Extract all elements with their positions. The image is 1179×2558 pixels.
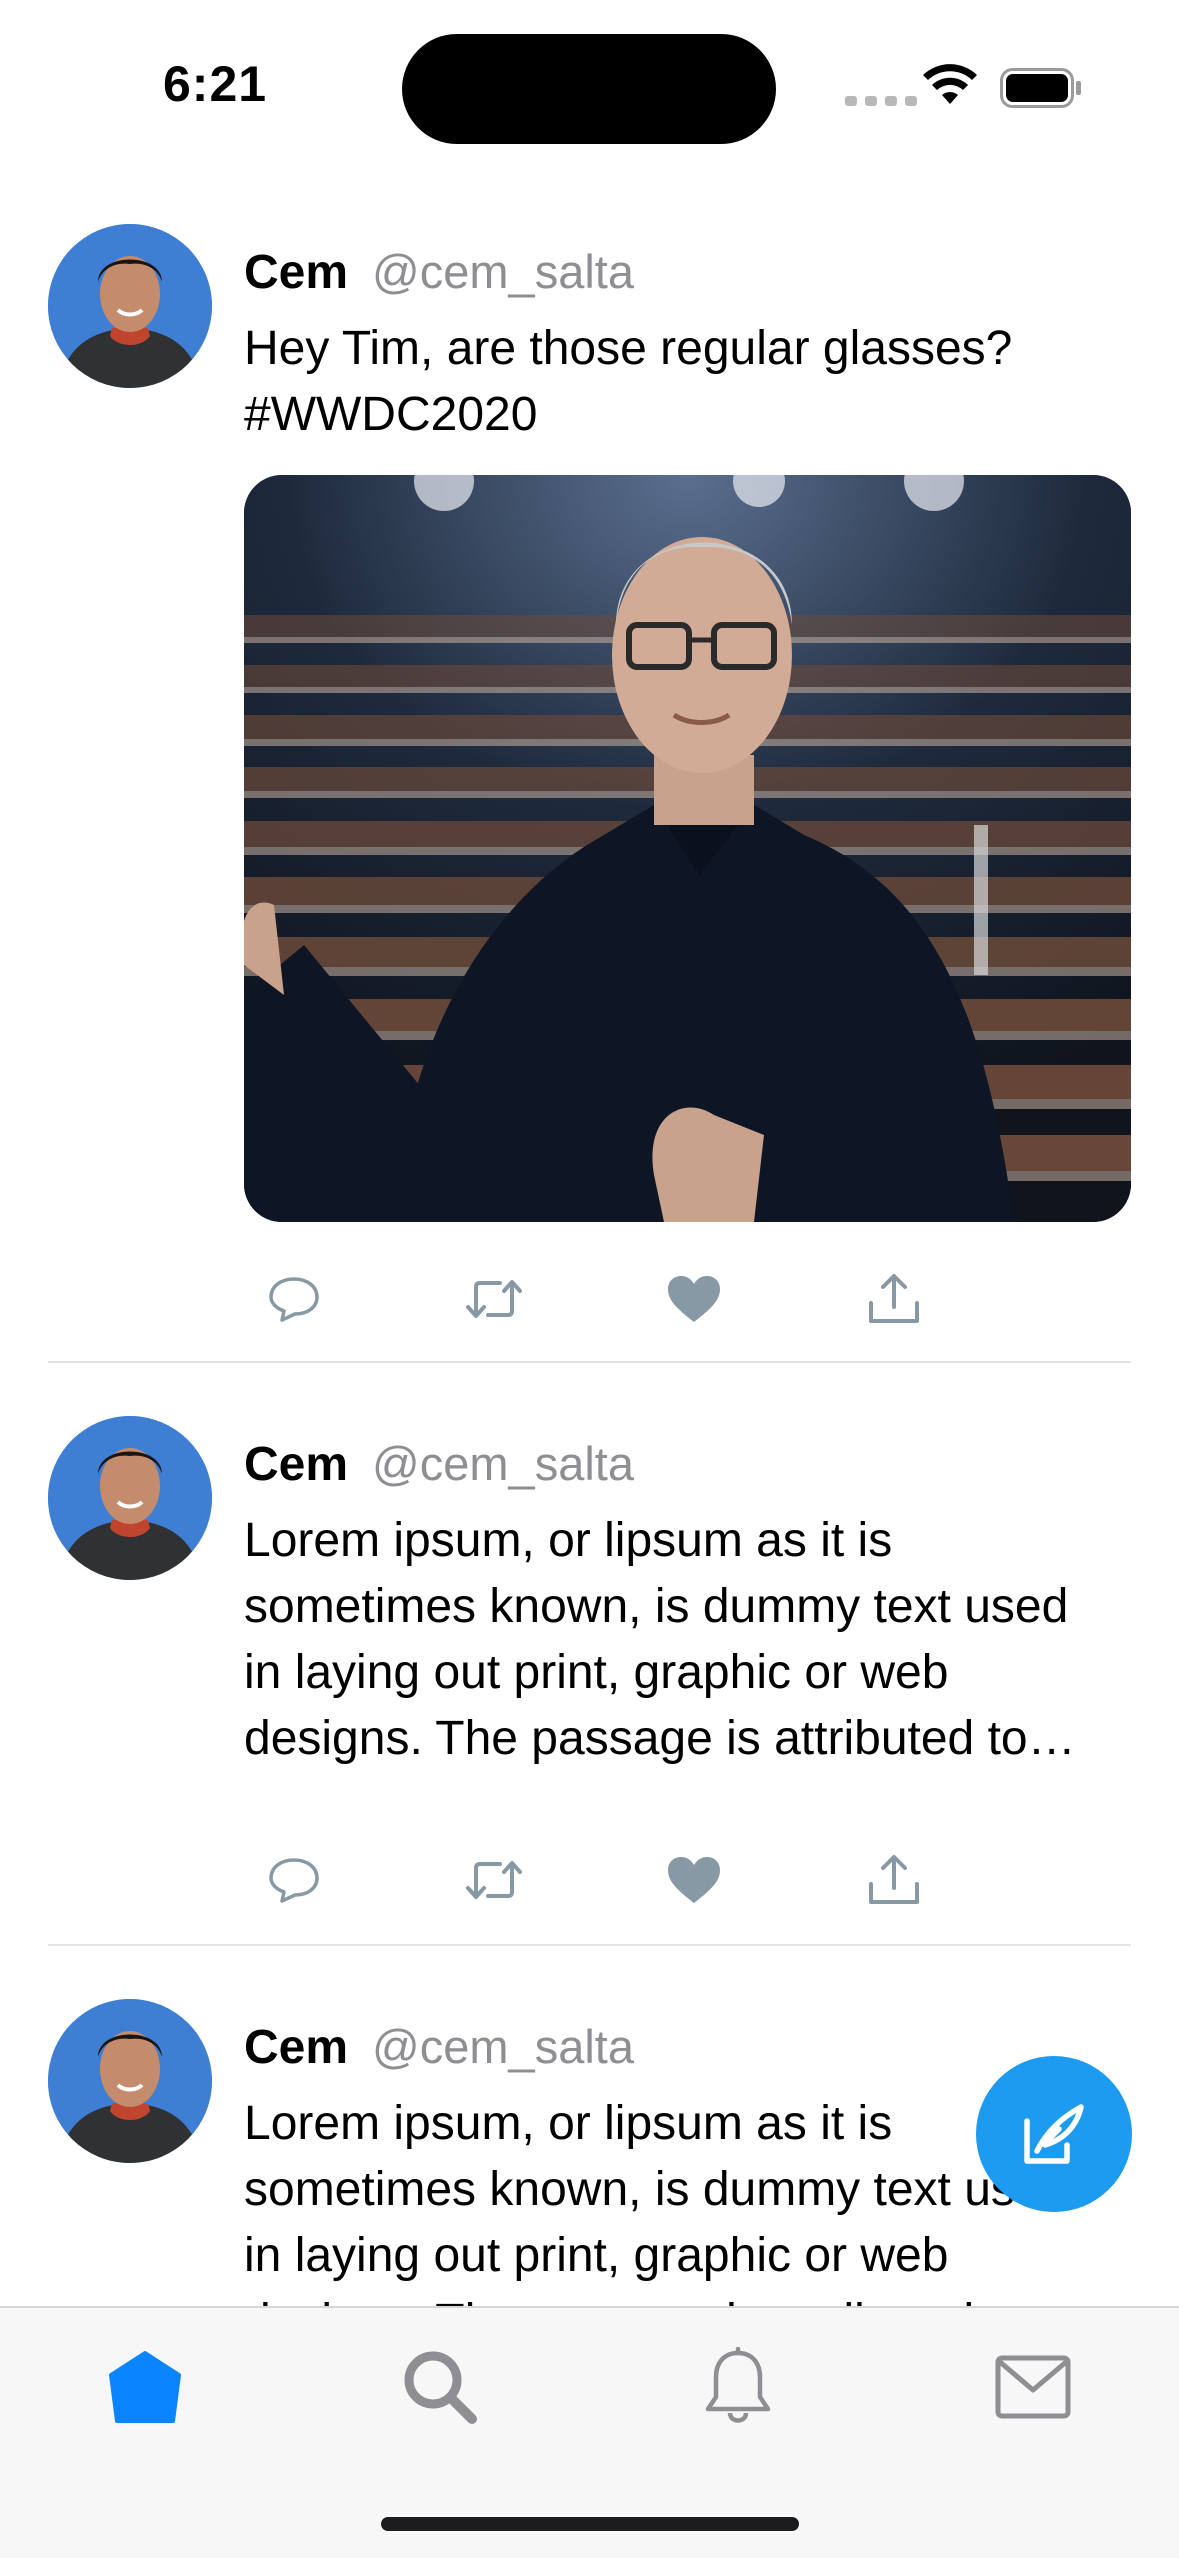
status-time: 6:21: [163, 56, 268, 112]
tweet-divider: [48, 1944, 1131, 1946]
share-icon[interactable]: [859, 1845, 929, 1915]
author-handle[interactable]: @cem_salta: [372, 1436, 634, 1491]
author-handle[interactable]: @cem_salta: [372, 2019, 634, 2074]
tweet-text-line: in laying out print, graphic or web: [244, 2229, 949, 2282]
tweet-hashtag[interactable]: #WWDC2020: [244, 382, 1134, 448]
tweet-text-line: sometimes known, is dummy text used: [244, 1580, 1069, 1633]
reply-icon[interactable]: [259, 1845, 329, 1915]
avatar[interactable]: [48, 1999, 212, 2163]
retweet-icon[interactable]: [459, 1845, 529, 1915]
tweet-actions: [244, 1845, 974, 1915]
author-name[interactable]: Cem: [244, 2020, 348, 2075]
dynamic-island: [402, 34, 776, 144]
reply-icon[interactable]: [259, 1264, 329, 1334]
author-name[interactable]: Cem: [244, 245, 348, 300]
tweet-image[interactable]: [244, 475, 1131, 1222]
cellular-signal-icon: [845, 96, 917, 106]
tweet-text-line: Hey Tim, are those regular glasses?: [244, 322, 1013, 375]
retweet-icon[interactable]: [459, 1264, 529, 1334]
tweet-text-line: Lorem ipsum, or lipsum as it is: [244, 1514, 893, 1567]
author-name[interactable]: Cem: [244, 1437, 348, 1492]
tweet-header: Cem @cem_salta: [244, 2019, 634, 2075]
compose-tweet-button[interactable]: [976, 2056, 1132, 2212]
avatar[interactable]: [48, 224, 212, 388]
like-icon[interactable]: [659, 1264, 729, 1334]
bell-icon: [705, 2347, 771, 2423]
tab-notifications[interactable]: [683, 2332, 793, 2442]
wifi-icon: [923, 64, 977, 104]
share-icon[interactable]: [859, 1264, 929, 1334]
mail-icon: [995, 2355, 1071, 2419]
author-handle[interactable]: @cem_salta: [372, 244, 634, 299]
search-icon: [404, 2351, 477, 2424]
tweet-divider: [48, 1361, 1131, 1363]
like-icon[interactable]: [659, 1845, 729, 1915]
compose-feather-icon: [1024, 2104, 1084, 2164]
tweet-text-line: designs. The passage is attributed to…: [244, 1712, 1076, 1765]
tweet-text: Lorem ipsum, or lipsum as it is sometime…: [244, 1508, 1134, 1772]
tweet-header: Cem @cem_salta: [244, 244, 634, 300]
tab-search[interactable]: [385, 2332, 495, 2442]
home-icon: [109, 2351, 181, 2423]
tweet-text: Hey Tim, are those regular glasses? #WWD…: [244, 316, 1134, 448]
tweet-actions: [244, 1264, 974, 1334]
tab-home[interactable]: [90, 2332, 200, 2442]
battery-icon: [1000, 68, 1081, 108]
home-indicator[interactable]: [381, 2517, 799, 2531]
avatar[interactable]: [48, 1416, 212, 1580]
tweet-text-line: in laying out print, graphic or web: [244, 1646, 949, 1699]
status-bar: 6:21: [0, 0, 1179, 170]
tweet-header: Cem @cem_salta: [244, 1436, 634, 1492]
tab-messages[interactable]: [978, 2332, 1088, 2442]
